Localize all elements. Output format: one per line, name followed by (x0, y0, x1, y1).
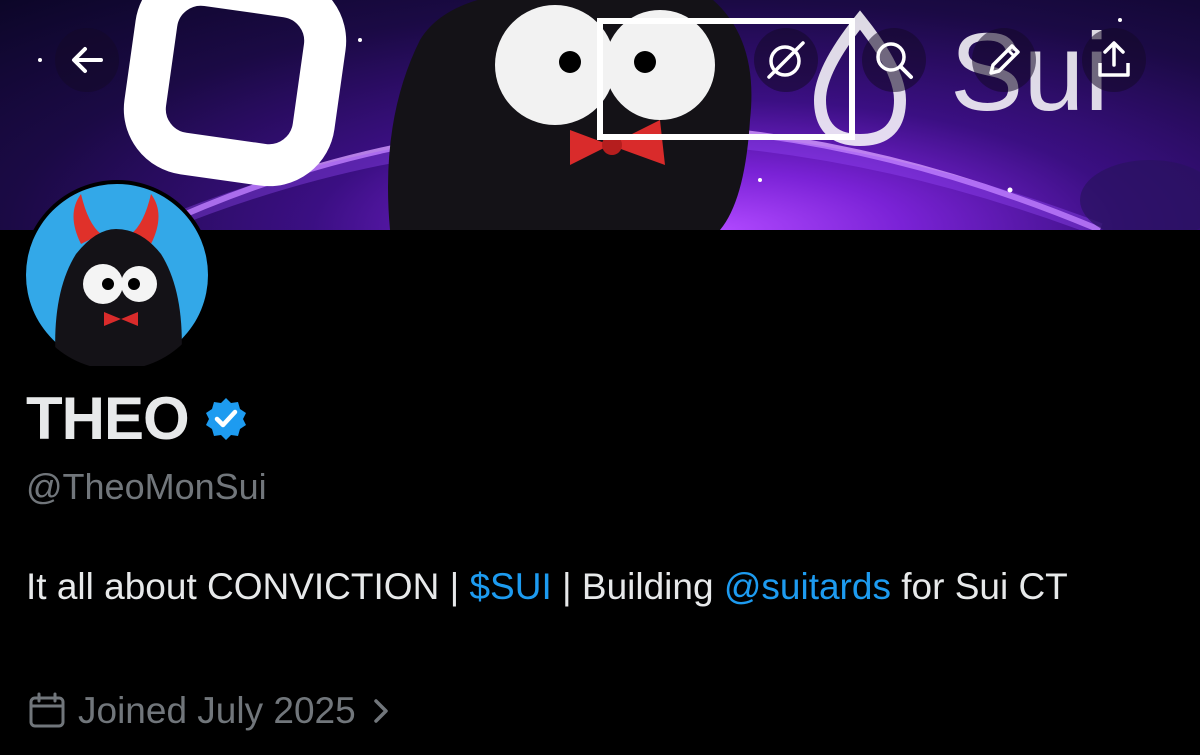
profile-name: THEO (26, 384, 249, 453)
joined-date-text: Joined July 2025 (78, 690, 356, 731)
back-arrow-icon (72, 47, 103, 73)
mention-link[interactable]: @suitards (724, 566, 891, 607)
joined-date-row[interactable]: Joined July 2025 (28, 690, 392, 732)
avatar[interactable] (22, 180, 212, 370)
verified-badge-icon[interactable] (203, 396, 249, 442)
bio-text-1: It all about CONVICTION | (26, 566, 470, 607)
share-button[interactable] (1082, 28, 1146, 92)
cashtag-link[interactable]: $SUI (469, 566, 551, 607)
profile-bio: It all about CONVICTION | $SUI | Buildin… (26, 557, 1176, 617)
calendar-icon (29, 692, 65, 728)
edit-button[interactable] (972, 28, 1036, 92)
share-icon (1098, 41, 1130, 77)
search-icon (876, 42, 913, 79)
avatar-image (26, 184, 208, 366)
bio-text-2: | Building (551, 566, 724, 607)
chevron-right-icon (373, 699, 388, 723)
back-button[interactable] (55, 28, 119, 92)
search-button[interactable] (862, 28, 926, 92)
highlight-box (597, 18, 855, 140)
bio-text-3: for Sui CT (890, 566, 1068, 607)
edit-pencil-icon (989, 44, 1020, 75)
profile-handle: @TheoMonSui (26, 466, 267, 507)
display-name: THEO (26, 385, 190, 452)
